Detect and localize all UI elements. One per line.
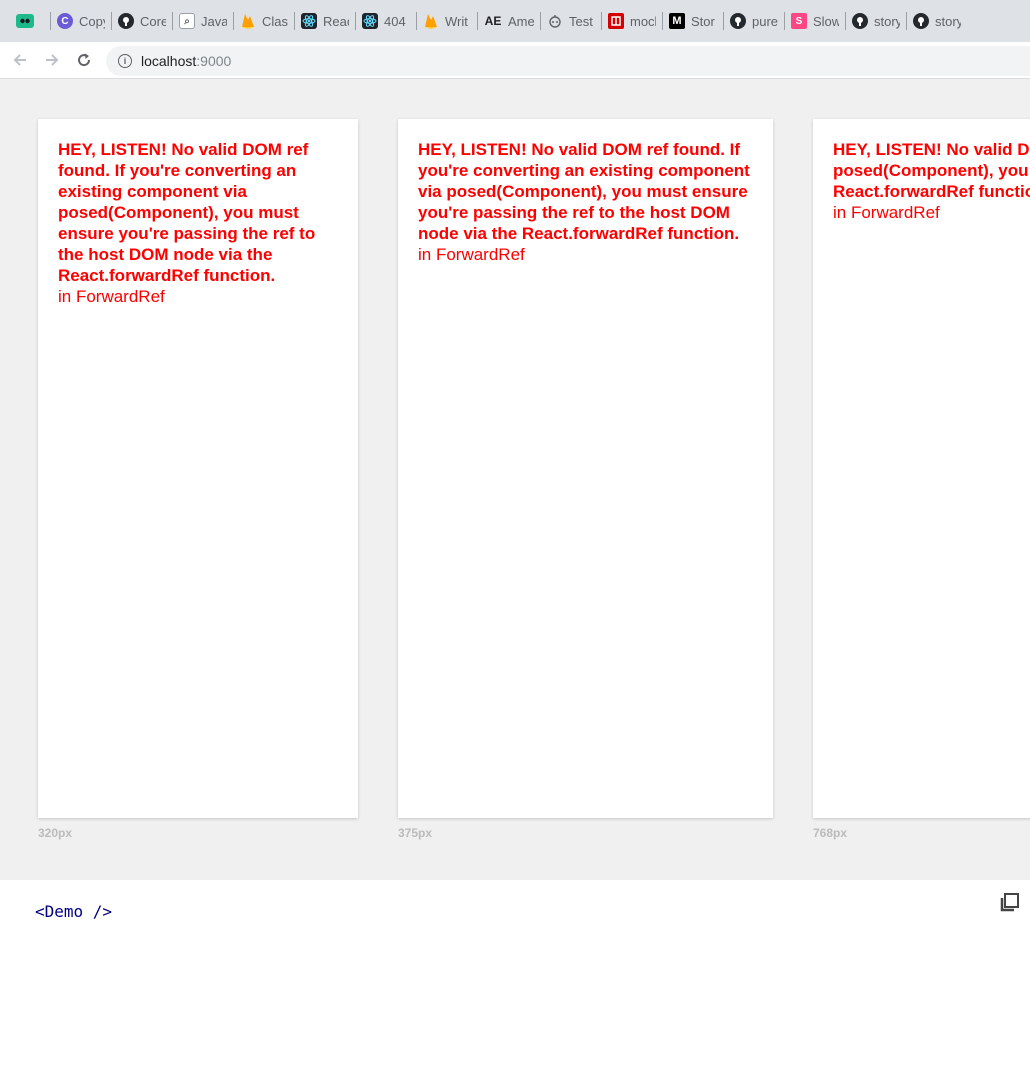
firebase-icon xyxy=(240,13,256,29)
forward-button[interactable] xyxy=(36,44,68,76)
medium-icon: M xyxy=(669,13,685,29)
bookmark-app-icon[interactable] xyxy=(8,7,50,35)
bookmark-label: Clas xyxy=(262,13,288,29)
url-host: localhost xyxy=(141,53,197,69)
info-icon[interactable]: i xyxy=(118,54,132,68)
viewport-frame: HEY, LISTEN! No valid DOM ref found. If … xyxy=(398,119,773,818)
bookmark-item[interactable]: C Copy xyxy=(51,7,111,35)
bookmark-item[interactable]: mocl xyxy=(602,7,662,35)
bookmark-item[interactable]: pure xyxy=(724,7,784,35)
bookmark-item[interactable]: 404 xyxy=(356,7,416,35)
github-icon xyxy=(913,13,929,29)
bookmark-label: mocl xyxy=(630,13,656,29)
bookmark-label: pure xyxy=(752,13,778,29)
bookmark-item[interactable]: ⌕ Java xyxy=(173,7,233,35)
bookmark-item[interactable]: Test xyxy=(541,7,601,35)
bookmark-item[interactable]: Clas xyxy=(234,7,294,35)
bookmark-item[interactable]: M Stor xyxy=(663,7,723,35)
github-icon xyxy=(852,13,868,29)
bookmarks-bar: C Copy Core ⌕ Java Clas Reac 404 xyxy=(0,0,1030,42)
error-message: HEY, LISTEN! No valid DOM ref found. If … xyxy=(58,140,316,285)
error-stack: in ForwardRef xyxy=(833,203,940,222)
viewport-width-label: 375px xyxy=(398,826,433,840)
error-message: HEY, LISTEN! No valid DOM ref found. If … xyxy=(833,140,1030,201)
bookmark-label: 404 xyxy=(384,13,406,29)
bookmark-item[interactable]: Writ xyxy=(417,7,477,35)
copy-circle-icon: C xyxy=(57,13,73,29)
bookmark-label: Writ xyxy=(445,13,468,29)
bookmark-label: Slow xyxy=(813,13,839,29)
ae-logo-icon: AE xyxy=(484,14,502,28)
viewport-width-label: 320px xyxy=(38,826,73,840)
bookmark-label: Reac xyxy=(323,13,349,29)
address-bar[interactable]: i localhost:9000 xyxy=(106,46,1030,76)
search-square-icon: ⌕ xyxy=(179,13,195,29)
bookmark-label: Test xyxy=(569,13,593,29)
error-stack: in ForwardRef xyxy=(418,245,525,264)
back-button[interactable] xyxy=(4,44,36,76)
viewport-width-label: 768px xyxy=(813,826,848,840)
arrow-left-icon xyxy=(13,54,26,66)
bookmark-item[interactable]: S Slow xyxy=(785,7,845,35)
bookmark-item[interactable]: story xyxy=(907,7,967,35)
firebase-icon xyxy=(423,13,439,29)
bookmark-label: Core xyxy=(140,13,166,29)
error-message: HEY, LISTEN! No valid DOM ref found. If … xyxy=(418,140,750,243)
browser-toolbar: i localhost:9000 xyxy=(0,42,1030,79)
github-icon xyxy=(730,13,746,29)
bookmark-label: story xyxy=(935,13,961,29)
red-square-icon xyxy=(608,13,624,29)
story-canvas: HEY, LISTEN! No valid DOM ref found. If … xyxy=(0,79,1030,880)
bookmark-label: Java xyxy=(201,13,227,29)
robot-icon xyxy=(547,13,563,29)
bookmark-label: Copy xyxy=(79,13,105,29)
viewport-frame: HEY, LISTEN! No valid DOM ref found. If … xyxy=(38,119,358,818)
bookmark-item[interactable]: AE Ame xyxy=(478,7,540,35)
chat-bubble-icon xyxy=(16,14,34,28)
bookmark-label: Stor xyxy=(691,13,715,29)
bookmark-label: Ame xyxy=(508,13,534,29)
viewport-frame: HEY, LISTEN! No valid DOM ref found. If … xyxy=(813,119,1030,818)
github-icon xyxy=(118,13,134,29)
url-port: :9000 xyxy=(196,53,232,69)
bookmark-item[interactable]: Core xyxy=(112,7,172,35)
copy-icon[interactable] xyxy=(998,892,1020,914)
arrow-right-icon xyxy=(46,54,59,66)
component-code: <Demo /> xyxy=(35,902,113,921)
storybook-icon: S xyxy=(791,13,807,29)
bookmark-item[interactable]: Reac xyxy=(295,7,355,35)
bookmark-label: story xyxy=(874,13,900,29)
reload-button[interactable] xyxy=(68,44,100,76)
error-stack: in ForwardRef xyxy=(58,287,165,306)
react-icon xyxy=(301,13,317,29)
react-icon xyxy=(362,13,378,29)
reload-icon xyxy=(78,53,91,67)
source-panel: <Demo /> xyxy=(0,880,1030,1080)
bookmark-item[interactable]: story xyxy=(846,7,906,35)
